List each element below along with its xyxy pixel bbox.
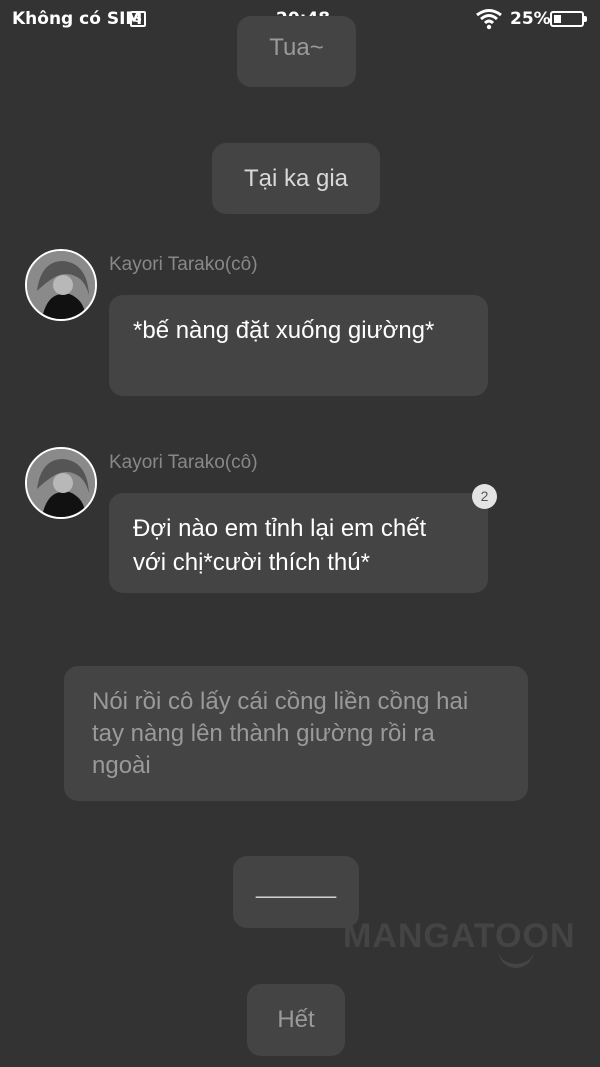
message-text: Tua~ [269, 34, 324, 61]
message-text: Đợi nào em tỉnh lại em chết với chị*cười… [133, 515, 427, 576]
narration-text: Nói rồi cô lấy cái cồng liền cồng hai ta… [92, 688, 469, 779]
comment-count-badge[interactable]: 2 [472, 484, 497, 509]
message-text: Tại ka gia [243, 165, 349, 192]
avatar-image [27, 449, 95, 517]
end-bubble: Hết [247, 984, 345, 1056]
sender-name: Kayori Tarako(cô) [109, 452, 258, 473]
watermark-logo: MANGATOON [343, 917, 576, 955]
sender-name: Kayori Tarako(cô) [109, 254, 258, 275]
end-text: Hết [277, 1006, 315, 1033]
avatar-image [27, 251, 95, 319]
message-bubble-center: Tua~ [237, 16, 356, 87]
message-bubble: Đợi nào em tỉnh lại em chết với chị*cười… [109, 493, 488, 593]
avatar[interactable] [25, 447, 97, 519]
battery-level-fill [554, 15, 561, 23]
avatar[interactable] [25, 249, 97, 321]
divider-text: ______ [255, 872, 337, 899]
sim-icon: S [130, 11, 146, 27]
message-text: *bế nàng đặt xuống giường* [133, 317, 435, 344]
watermark-smile-icon [498, 950, 534, 968]
battery-percent: 25% [510, 9, 551, 29]
carrier-label: Không có SIM [12, 9, 143, 29]
battery-icon [550, 11, 587, 27]
divider-bubble: ______ [233, 856, 359, 928]
narration-bubble: Nói rồi cô lấy cái cồng liền cồng hai ta… [64, 666, 528, 801]
wifi-icon [476, 9, 502, 30]
message-bubble-center: Tại ka gia [212, 143, 380, 214]
message-bubble: *bế nàng đặt xuống giường* [109, 295, 488, 396]
